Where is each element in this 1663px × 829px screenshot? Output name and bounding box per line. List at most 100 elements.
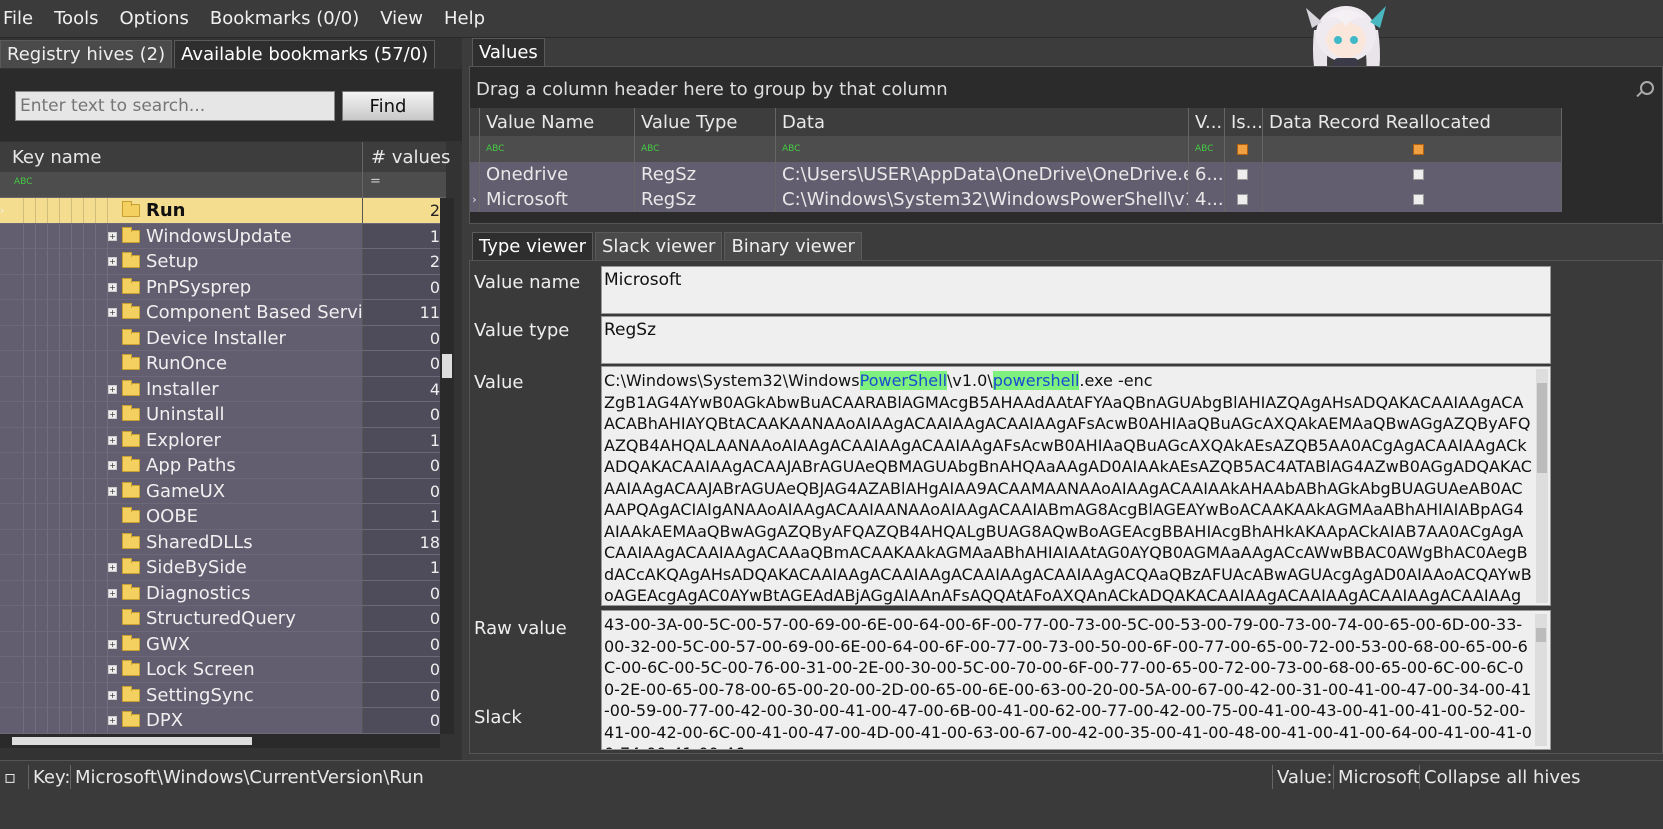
value-scrollbar[interactable] [1536,369,1548,603]
grid-filter-row[interactable]: ABC ABC ABC ABC [470,136,1562,162]
tab-slack-viewer[interactable]: Slack viewer [595,232,723,260]
tree-horizontal-scrollbar[interactable] [0,734,440,748]
tree-item[interactable]: + PnPSysprep 0 [0,274,440,300]
expand-icon[interactable]: + [108,665,117,674]
checkbox[interactable] [1412,194,1424,205]
folder-icon [122,252,140,268]
expand-icon[interactable]: + [108,257,117,266]
expand-icon[interactable]: + [108,435,117,445]
tree-item[interactable]: + Lock Screen 0 [0,657,440,683]
tree-item[interactable]: + Setup 2 [0,249,440,275]
column-header-data[interactable]: Data [776,108,1189,136]
tab-registry-hives[interactable]: Registry hives (2) [0,40,173,68]
value-type-field[interactable]: RegSz [601,316,1551,364]
filter-cell[interactable]: ABC [1189,136,1225,162]
tree-item[interactable]: + WindowsUpdate 1 [0,223,440,249]
tree-item[interactable]: + DPX 0 [0,708,440,734]
table-row[interactable]: Onedrive RegSz C:\Users\USER\AppData\One… [470,162,1562,187]
cell-value-type: RegSz [635,187,776,212]
column-header-is-deleted[interactable]: Is... [1225,108,1263,136]
tree-item[interactable]: OOBE 1 [0,504,440,530]
expand-icon[interactable]: + [108,639,117,649]
folder-icon [122,507,140,523]
tree-vertical-scrollbar[interactable] [440,198,454,734]
raw-value-field[interactable]: 43-00-3A-00-5C-00-57-00-69-00-6E-00-64-0… [601,610,1551,750]
tree-item[interactable]: + Uninstall 0 [0,402,440,428]
scroll-thumb[interactable] [442,354,452,378]
filter-cell[interactable]: ABC [635,136,776,162]
column-header-value-type[interactable]: Value Type [635,108,776,136]
search-input[interactable] [15,91,335,121]
expand-icon[interactable]: + [108,282,117,292]
column-header-key-name[interactable]: Key name [12,147,101,168]
tree-item-count: 0 [362,606,440,631]
menu-help[interactable]: Help [441,8,495,29]
tree-filter-row[interactable]: ABC = [0,172,446,198]
tree-guides [12,453,108,478]
expand-icon[interactable]: + [108,231,117,241]
tree-item[interactable]: Device Installer 0 [0,325,440,351]
expand-icon[interactable]: + [108,308,117,317]
menu-tools[interactable]: Tools [51,8,108,29]
menu-file[interactable]: File [0,8,43,29]
checkbox[interactable] [1237,169,1248,180]
tree-item-count: 0 [362,274,440,299]
expand-icon[interactable]: + [108,716,117,725]
tree-item[interactable]: + Installer 4 [0,376,440,402]
collapse-all-hives-button[interactable]: Collapse all hives [1419,765,1584,789]
filter-cell[interactable]: ABC [480,136,635,162]
tree-item-count: 0 [362,351,440,376]
raw-value-scrollbar[interactable] [1535,614,1547,746]
filter-cell[interactable] [1225,136,1263,162]
tree-item[interactable]: + GameUX 0 [0,478,440,504]
expand-icon[interactable]: + [108,384,117,394]
tree-item[interactable]: RunOnce 0 [0,351,440,377]
tree-item[interactable]: StructuredQuery 0 [0,606,440,632]
tab-values[interactable]: Values [472,38,545,66]
tree-item[interactable]: + Explorer 1 [0,427,440,453]
find-button[interactable]: Find [342,91,434,121]
expand-icon[interactable]: + [108,486,117,496]
column-header-data-record-reallocated[interactable]: Data Record Reallocated [1263,108,1562,136]
column-header-value-slack[interactable]: V... [1189,108,1225,136]
tree-item[interactable]: + SettingSync 0 [0,682,440,708]
tree-item[interactable]: + SideBySide 1 [0,555,440,581]
filter-cell[interactable] [1263,136,1562,162]
expand-icon[interactable]: + [108,461,117,470]
menu-bookmarks[interactable]: Bookmarks (0/0) [207,8,369,29]
tree-item[interactable]: › Run 2 [0,198,440,224]
expand-icon[interactable]: + [108,588,117,598]
panel-splitter[interactable] [469,224,1663,232]
value-field[interactable]: C:\Windows\System32\WindowsPowerShell\v1… [601,366,1551,606]
tree-item-count: 11 [362,300,440,325]
filter-checkbox[interactable] [1237,143,1248,155]
value-name-field[interactable]: Microsoft [601,266,1551,314]
filter-checkbox[interactable] [1412,143,1424,155]
search-icon[interactable] [1640,81,1654,95]
tree-item-count: 0 [362,708,440,733]
tab-binary-viewer[interactable]: Binary viewer [724,232,862,260]
scroll-thumb[interactable] [1536,628,1546,642]
divider [362,172,363,198]
tree-item[interactable]: SharedDLLs 18 [0,529,440,555]
tab-available-bookmarks[interactable]: Available bookmarks (57/0) [174,40,436,68]
tree-item[interactable]: + App Paths 0 [0,453,440,479]
menu-view[interactable]: View [377,8,433,29]
tree-item[interactable]: + GWX 0 [0,631,440,657]
expand-icon[interactable]: + [108,563,117,572]
checkbox[interactable] [1412,169,1424,180]
menu-options[interactable]: Options [116,8,198,29]
tree-item[interactable]: + Diagnostics 0 [0,580,440,606]
expand-icon[interactable]: + [108,410,117,419]
table-row[interactable]: › Microsoft RegSz C:\Windows\System32\Wi… [470,187,1562,212]
expand-icon[interactable]: + [108,690,117,700]
column-header-value-name[interactable]: Value Name [480,108,635,136]
scroll-thumb[interactable] [12,737,252,745]
column-header-values[interactable]: # values [362,142,450,174]
tab-type-viewer[interactable]: Type viewer [472,232,593,260]
tree-item[interactable]: + Component Based Servic... 11 [0,300,440,326]
filter-cell[interactable]: ABC [776,136,1189,162]
scroll-thumb[interactable] [1537,383,1547,473]
checkbox[interactable] [1237,194,1248,205]
status-key-path: Microsoft\Windows\CurrentVersion\Run [70,765,428,789]
